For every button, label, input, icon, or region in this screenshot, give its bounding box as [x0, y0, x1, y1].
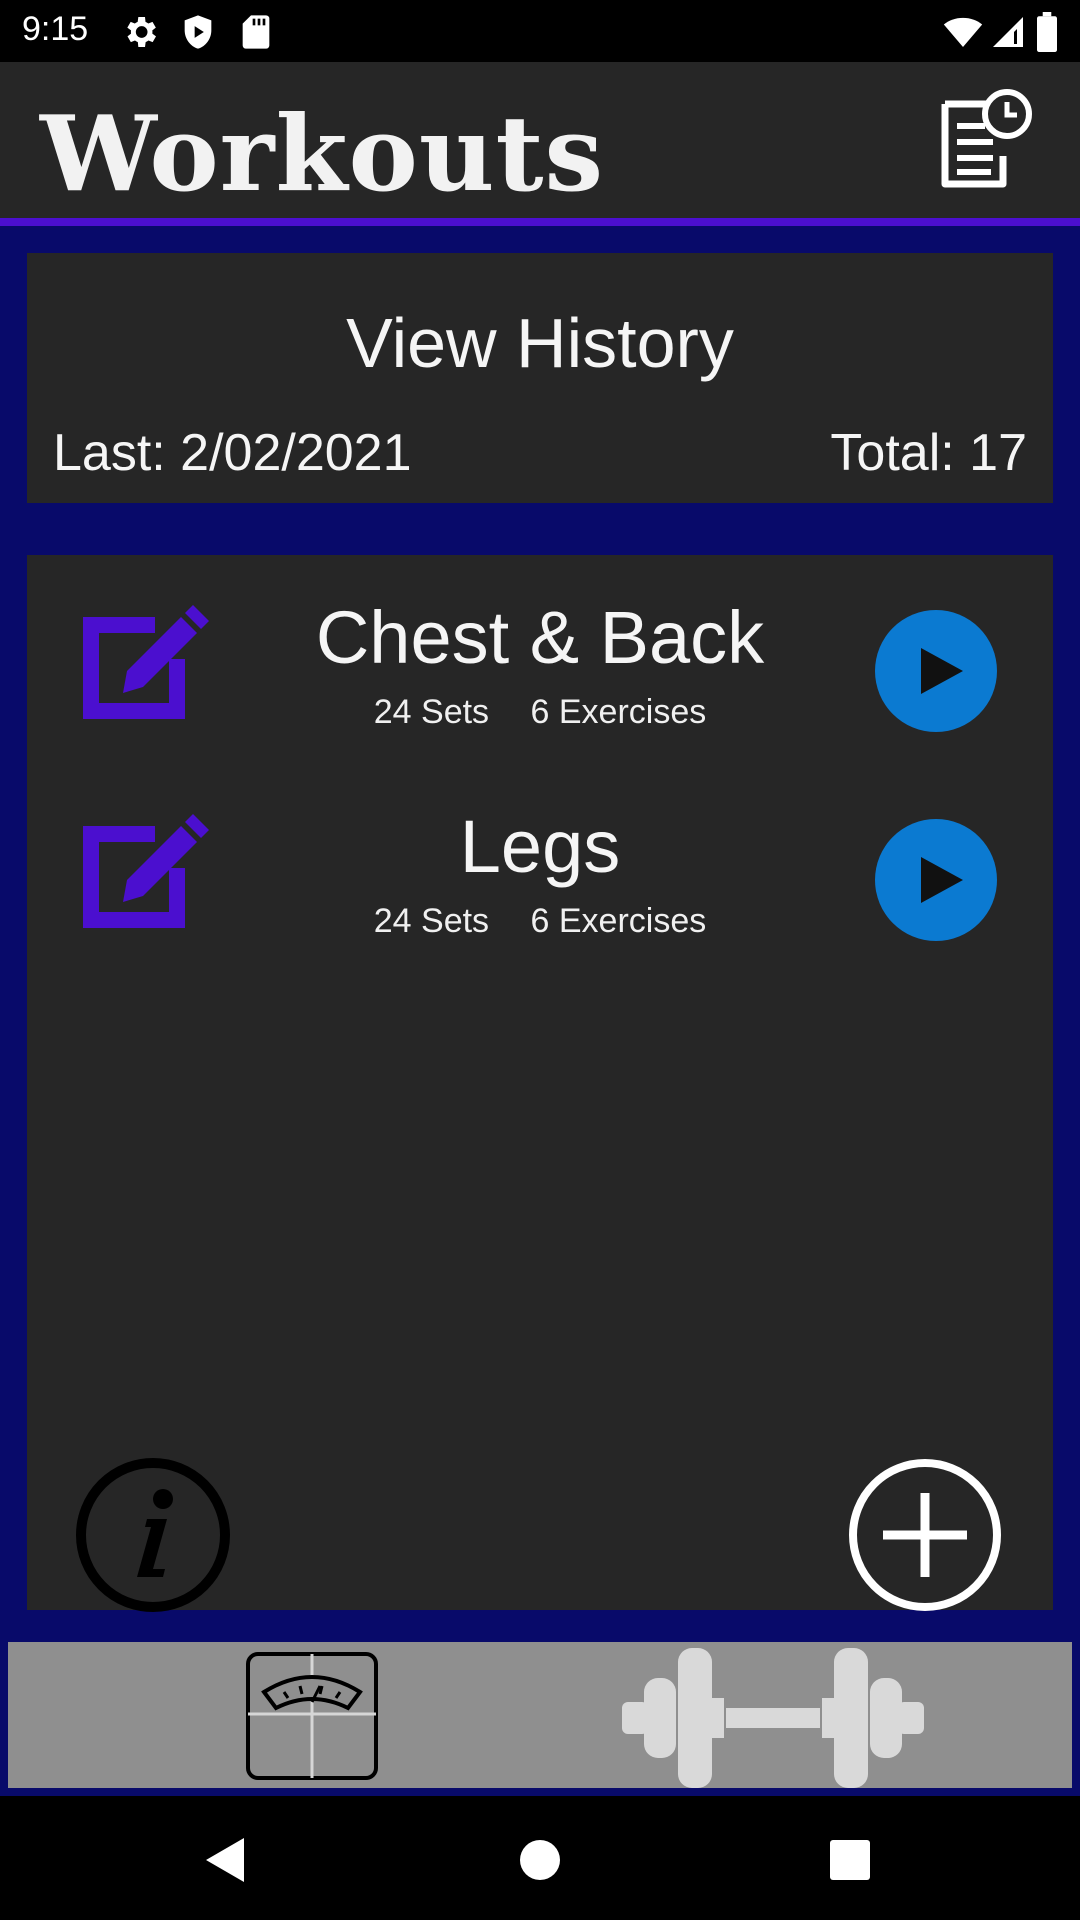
history-clipboard-icon — [941, 89, 1032, 188]
wifi-icon — [943, 17, 983, 47]
add-workout-button[interactable] — [847, 1457, 1003, 1613]
add-icon — [849, 1459, 1001, 1611]
last-workout-date: Last: 2/02/2021 — [53, 424, 412, 482]
home-icon[interactable] — [510, 1830, 570, 1890]
play-icon — [921, 648, 963, 694]
gear-icon — [127, 17, 156, 47]
signal-icon — [993, 17, 1023, 47]
nav-scale-button[interactable] — [244, 1650, 380, 1782]
recents-icon[interactable] — [820, 1830, 880, 1890]
scale-icon — [246, 1652, 378, 1780]
workout-row: Legs 24 Sets 6 Exercises — [27, 764, 1053, 941]
start-workout-button[interactable] — [875, 819, 997, 941]
bottom-navigation — [0, 1636, 1080, 1796]
workout-sets: 24 Sets — [373, 693, 490, 731]
status-bar: 9:15 — [0, 0, 1080, 62]
shield-icon — [184, 15, 212, 49]
sd-card-icon — [242, 15, 270, 49]
main-content: View History Last: 2/02/2021 Total: 17 C… — [0, 226, 1080, 1636]
start-workout-button[interactable] — [875, 610, 997, 732]
play-icon — [921, 857, 963, 903]
workout-exercises: 6 Exercises — [530, 902, 707, 940]
bottom-navigation-bar — [8, 1642, 1072, 1788]
back-icon[interactable] — [196, 1830, 256, 1890]
workout-sets: 24 Sets — [373, 902, 490, 940]
info-icon — [76, 1458, 230, 1612]
history-button[interactable] — [935, 84, 1035, 194]
system-navigation-bar — [0, 1796, 1080, 1920]
workouts-list: Chest & Back 24 Sets 6 Exercises Legs 24… — [27, 555, 1053, 1613]
view-history-card[interactable]: View History Last: 2/02/2021 Total: 17 — [27, 253, 1053, 503]
workout-exercises: 6 Exercises — [530, 693, 707, 731]
page-title: Workouts — [40, 92, 605, 215]
battery-icon — [1037, 12, 1057, 52]
workout-row: Chest & Back 24 Sets 6 Exercises — [27, 555, 1053, 732]
status-time: 9:15 — [22, 10, 89, 48]
app-bar-divider — [0, 218, 1080, 226]
dumbbell-icon — [622, 1648, 924, 1788]
info-button[interactable] — [75, 1457, 231, 1613]
app-bar: Workouts — [0, 62, 1080, 221]
total-workouts: Total: 17 — [830, 424, 1027, 482]
view-history-title: View History — [346, 304, 734, 382]
nav-workouts-button[interactable] — [622, 1648, 924, 1788]
